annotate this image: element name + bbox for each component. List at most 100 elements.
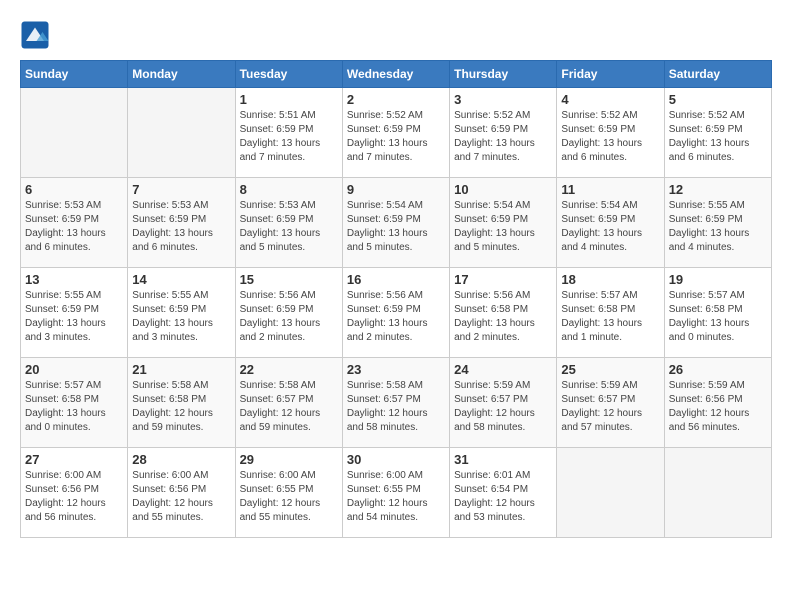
day-info: Sunrise: 5:55 AM Sunset: 6:59 PM Dayligh… <box>25 289 123 345</box>
calendar-cell: 10 Sunrise: 5:54 AM Sunset: 6:59 PM Dayli… <box>450 178 557 268</box>
calendar: SundayMondayTuesdayWednesdayThursdayFrid… <box>20 60 772 538</box>
day-number: 1 <box>240 92 338 107</box>
day-info: Sunrise: 5:52 AM Sunset: 6:59 PM Dayligh… <box>561 109 659 165</box>
calendar-cell: 22 Sunrise: 5:58 AM Sunset: 6:57 PM Dayli… <box>235 358 342 448</box>
day-number: 18 <box>561 272 659 287</box>
calendar-cell: 26 Sunrise: 5:59 AM Sunset: 6:56 PM Dayli… <box>664 358 771 448</box>
calendar-cell: 24 Sunrise: 5:59 AM Sunset: 6:57 PM Dayli… <box>450 358 557 448</box>
day-number: 27 <box>25 452 123 467</box>
column-header-friday: Friday <box>557 61 664 88</box>
calendar-cell: 3 Sunrise: 5:52 AM Sunset: 6:59 PM Daylig… <box>450 88 557 178</box>
day-info: Sunrise: 5:59 AM Sunset: 6:57 PM Dayligh… <box>454 379 552 435</box>
calendar-cell: 11Sunrise: 5:54 AM Sunset: 6:59 PM Dayli… <box>557 178 664 268</box>
day-info: Sunrise: 5:59 AM Sunset: 6:57 PM Dayligh… <box>561 379 659 435</box>
calendar-week-row: 13 Sunrise: 5:55 AM Sunset: 6:59 PM Dayli… <box>21 268 772 358</box>
day-number: 26 <box>669 362 767 377</box>
day-number: 17 <box>454 272 552 287</box>
calendar-cell: 14 Sunrise: 5:55 AM Sunset: 6:59 PM Dayli… <box>128 268 235 358</box>
day-info: Sunrise: 5:58 AM Sunset: 6:57 PM Dayligh… <box>347 379 445 435</box>
calendar-header-row: SundayMondayTuesdayWednesdayThursdayFrid… <box>21 61 772 88</box>
column-header-wednesday: Wednesday <box>342 61 449 88</box>
calendar-cell: 2 Sunrise: 5:52 AM Sunset: 6:59 PM Daylig… <box>342 88 449 178</box>
day-info: Sunrise: 5:53 AM Sunset: 6:59 PM Dayligh… <box>132 199 230 255</box>
day-number: 20 <box>25 362 123 377</box>
day-number: 30 <box>347 452 445 467</box>
calendar-cell: 8 Sunrise: 5:53 AM Sunset: 6:59 PM Daylig… <box>235 178 342 268</box>
day-info: Sunrise: 5:54 AM Sunset: 6:59 PM Dayligh… <box>347 199 445 255</box>
day-info: Sunrise: 5:57 AM Sunset: 6:58 PM Dayligh… <box>561 289 659 345</box>
day-info: Sunrise: 6:00 AM Sunset: 6:55 PM Dayligh… <box>347 469 445 525</box>
day-info: Sunrise: 5:52 AM Sunset: 6:59 PM Dayligh… <box>347 109 445 165</box>
day-info: Sunrise: 5:59 AM Sunset: 6:56 PM Dayligh… <box>669 379 767 435</box>
day-info: Sunrise: 5:56 AM Sunset: 6:59 PM Dayligh… <box>347 289 445 345</box>
day-number: 24 <box>454 362 552 377</box>
calendar-cell: 12 Sunrise: 5:55 AM Sunset: 6:59 PM Dayli… <box>664 178 771 268</box>
calendar-cell: 9 Sunrise: 5:54 AM Sunset: 6:59 PM Daylig… <box>342 178 449 268</box>
day-number: 23 <box>347 362 445 377</box>
day-number: 8 <box>240 182 338 197</box>
calendar-cell: 1 Sunrise: 5:51 AM Sunset: 6:59 PM Daylig… <box>235 88 342 178</box>
day-number: 9 <box>347 182 445 197</box>
day-info: Sunrise: 6:00 AM Sunset: 6:56 PM Dayligh… <box>25 469 123 525</box>
calendar-cell: 16 Sunrise: 5:56 AM Sunset: 6:59 PM Dayli… <box>342 268 449 358</box>
day-info: Sunrise: 5:52 AM Sunset: 6:59 PM Dayligh… <box>669 109 767 165</box>
calendar-cell: 5Sunrise: 5:52 AM Sunset: 6:59 PM Daylig… <box>664 88 771 178</box>
calendar-cell: 15Sunrise: 5:56 AM Sunset: 6:59 PM Dayli… <box>235 268 342 358</box>
day-info: Sunrise: 6:00 AM Sunset: 6:55 PM Dayligh… <box>240 469 338 525</box>
calendar-week-row: 1 Sunrise: 5:51 AM Sunset: 6:59 PM Daylig… <box>21 88 772 178</box>
header <box>20 20 772 50</box>
day-number: 19 <box>669 272 767 287</box>
day-info: Sunrise: 5:55 AM Sunset: 6:59 PM Dayligh… <box>132 289 230 345</box>
day-info: Sunrise: 5:53 AM Sunset: 6:59 PM Dayligh… <box>25 199 123 255</box>
day-number: 2 <box>347 92 445 107</box>
column-header-monday: Monday <box>128 61 235 88</box>
column-header-tuesday: Tuesday <box>235 61 342 88</box>
calendar-cell: 4 Sunrise: 5:52 AM Sunset: 6:59 PM Daylig… <box>557 88 664 178</box>
day-number: 10 <box>454 182 552 197</box>
day-number: 4 <box>561 92 659 107</box>
calendar-cell: 29 Sunrise: 6:00 AM Sunset: 6:55 PM Dayli… <box>235 448 342 538</box>
calendar-cell <box>557 448 664 538</box>
day-number: 7 <box>132 182 230 197</box>
day-number: 31 <box>454 452 552 467</box>
day-info: Sunrise: 5:57 AM Sunset: 6:58 PM Dayligh… <box>669 289 767 345</box>
calendar-cell: 30 Sunrise: 6:00 AM Sunset: 6:55 PM Dayli… <box>342 448 449 538</box>
calendar-cell: 17 Sunrise: 5:56 AM Sunset: 6:58 PM Dayli… <box>450 268 557 358</box>
calendar-cell: 25Sunrise: 5:59 AM Sunset: 6:57 PM Dayli… <box>557 358 664 448</box>
calendar-cell: 23 Sunrise: 5:58 AM Sunset: 6:57 PM Dayli… <box>342 358 449 448</box>
calendar-week-row: 6 Sunrise: 5:53 AM Sunset: 6:59 PM Daylig… <box>21 178 772 268</box>
calendar-cell: 28Sunrise: 6:00 AM Sunset: 6:56 PM Dayli… <box>128 448 235 538</box>
calendar-cell: 18 Sunrise: 5:57 AM Sunset: 6:58 PM Dayli… <box>557 268 664 358</box>
day-number: 22 <box>240 362 338 377</box>
day-number: 14 <box>132 272 230 287</box>
calendar-cell: 31 Sunrise: 6:01 AM Sunset: 6:54 PM Dayli… <box>450 448 557 538</box>
column-header-sunday: Sunday <box>21 61 128 88</box>
calendar-cell <box>21 88 128 178</box>
calendar-week-row: 20 Sunrise: 5:57 AM Sunset: 6:58 PM Dayli… <box>21 358 772 448</box>
day-number: 16 <box>347 272 445 287</box>
day-number: 3 <box>454 92 552 107</box>
day-info: Sunrise: 5:52 AM Sunset: 6:59 PM Dayligh… <box>454 109 552 165</box>
calendar-week-row: 27 Sunrise: 6:00 AM Sunset: 6:56 PM Dayli… <box>21 448 772 538</box>
logo-icon <box>20 20 50 50</box>
calendar-cell <box>128 88 235 178</box>
day-number: 13 <box>25 272 123 287</box>
day-info: Sunrise: 5:51 AM Sunset: 6:59 PM Dayligh… <box>240 109 338 165</box>
day-number: 29 <box>240 452 338 467</box>
column-header-saturday: Saturday <box>664 61 771 88</box>
calendar-cell: 27 Sunrise: 6:00 AM Sunset: 6:56 PM Dayli… <box>21 448 128 538</box>
calendar-cell <box>664 448 771 538</box>
day-info: Sunrise: 5:58 AM Sunset: 6:57 PM Dayligh… <box>240 379 338 435</box>
calendar-cell: 19 Sunrise: 5:57 AM Sunset: 6:58 PM Dayli… <box>664 268 771 358</box>
logo <box>20 20 54 50</box>
day-info: Sunrise: 6:01 AM Sunset: 6:54 PM Dayligh… <box>454 469 552 525</box>
calendar-cell: 13 Sunrise: 5:55 AM Sunset: 6:59 PM Dayli… <box>21 268 128 358</box>
day-info: Sunrise: 5:54 AM Sunset: 6:59 PM Dayligh… <box>561 199 659 255</box>
day-number: 6 <box>25 182 123 197</box>
day-info: Sunrise: 5:53 AM Sunset: 6:59 PM Dayligh… <box>240 199 338 255</box>
day-info: Sunrise: 5:54 AM Sunset: 6:59 PM Dayligh… <box>454 199 552 255</box>
day-info: Sunrise: 5:55 AM Sunset: 6:59 PM Dayligh… <box>669 199 767 255</box>
day-info: Sunrise: 5:57 AM Sunset: 6:58 PM Dayligh… <box>25 379 123 435</box>
day-number: 12 <box>669 182 767 197</box>
day-info: Sunrise: 5:56 AM Sunset: 6:58 PM Dayligh… <box>454 289 552 345</box>
